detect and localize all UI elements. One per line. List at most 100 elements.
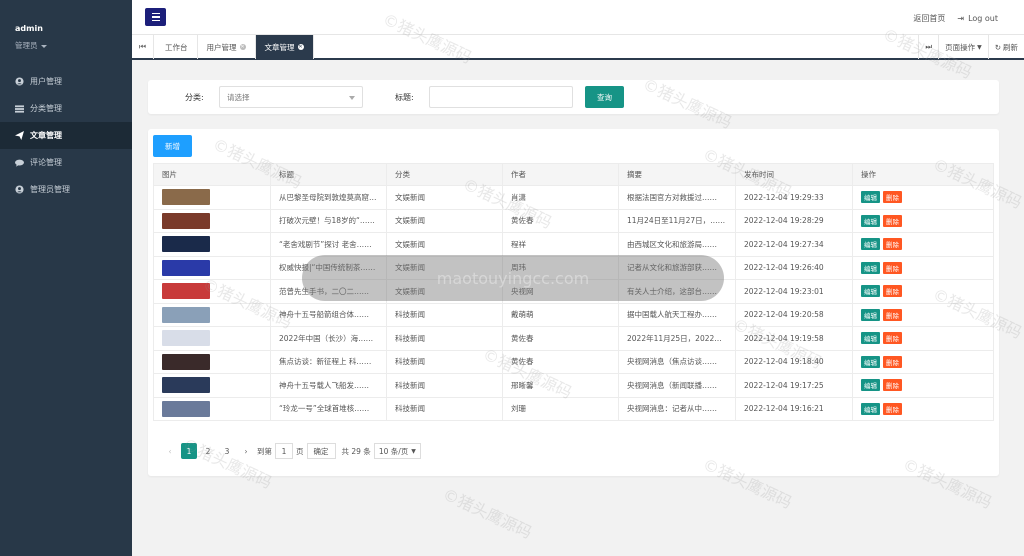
role-label: 管理员 [15,41,38,50]
cell-time: 2022-12-04 19:16:21 [735,396,853,421]
delete-button[interactable]: 删除 [883,308,902,321]
sidebar-item-comments[interactable]: 评论管理 [0,149,132,176]
caret-down-icon: ▼ [977,43,982,51]
prev-page-button[interactable]: ‹ [162,443,178,459]
sidebar-item-label: 管理员管理 [30,185,70,194]
cell-summary: 央视网消息（新闻联播…… [618,373,736,398]
edit-button[interactable]: 编辑 [861,285,880,298]
watermark-overlay: maotouyingcc.com [302,255,724,301]
page-ops-dropdown[interactable]: 页面操作 ▼ [938,35,988,59]
cell-title: “玲龙一号”全球首堆核…… [270,396,387,421]
role-dropdown[interactable]: 管理员 [15,40,47,51]
page-2[interactable]: 2 [200,443,216,459]
edit-button[interactable]: 编辑 [861,332,880,345]
cell-author: 黄佐春 [502,326,619,351]
sidebar-item-admins[interactable]: 管理员管理 [0,176,132,203]
cell-summary: 央视网消息（焦点访谈…… [618,349,736,374]
username[interactable]: admin [15,24,43,33]
sidebar-menu: 用户管理 分类管理 文章管理 评论管理 管理员管理 [0,68,132,203]
tab-scroll-left-button[interactable]: ⏮ [132,35,154,59]
top-right-links: 返回首页 ⇥ Log out [913,13,998,24]
edit-button[interactable]: 编辑 [861,379,880,392]
col-author[interactable]: 作者 [502,163,619,186]
edit-button[interactable]: 编辑 [861,355,880,368]
tab-dashboard[interactable]: 工作台 [156,35,198,59]
goto-confirm-button[interactable]: 确定 [306,443,336,459]
cell-author: 邢晰馨 [502,373,619,398]
hamburger-line [151,16,160,18]
delete-button[interactable]: 删除 [883,402,902,415]
sidebar-item-categories[interactable]: 分类管理 [0,95,132,122]
col-title[interactable]: 标题 [270,163,387,186]
edit-button[interactable]: 编辑 [861,261,880,274]
table-row: 打破次元壁！与18岁的“…… 文娱新闻 黄佐春 11月24日至11月27日，…… 202… [153,208,994,233]
tab-article-management[interactable]: 文章管理 ✕ [255,35,314,59]
cell-title: 2022年中国（长沙）海…… [270,326,387,351]
logout-label: Log out [968,14,998,23]
add-button[interactable]: 新增 [153,135,192,157]
edit-button[interactable]: 编辑 [861,191,880,204]
edit-button[interactable]: 编辑 [861,308,880,321]
sidebar-item-label: 分类管理 [30,104,62,113]
delete-button[interactable]: 删除 [883,261,902,274]
cell-category: 科技新闻 [386,373,503,398]
col-time[interactable]: 发布时间 [735,163,853,186]
sidebar-item-articles[interactable]: 文章管理 [0,122,132,149]
edit-button[interactable]: 编辑 [861,402,880,415]
logout-link[interactable]: ⇥ Log out [957,13,998,24]
delete-button[interactable]: 删除 [883,214,902,227]
edit-button[interactable]: 编辑 [861,238,880,251]
cell-category: 科技新闻 [386,349,503,374]
cell-author: 黄佐春 [502,349,619,374]
close-icon[interactable]: ✕ [297,44,304,50]
article-thumbnail [162,189,210,206]
table-header: 图片 标题 分类 作者 摘要 发布时间 操作 [153,163,994,186]
delete-button[interactable]: 删除 [883,285,902,298]
sidebar-item-users[interactable]: 用户管理 [0,68,132,95]
home-link[interactable]: 返回首页 [913,13,945,24]
col-category[interactable]: 分类 [386,163,503,186]
cell-actions: 编辑 删除 [852,373,994,398]
total-count: 共 29 条 [341,446,371,456]
delete-button[interactable]: 删除 [883,191,902,204]
next-page-button[interactable]: › [238,443,254,459]
search-button[interactable]: 查询 [585,86,624,108]
watermark-text: ©猪头鹰源码 [439,484,535,543]
edit-button[interactable]: 编辑 [861,214,880,227]
per-page-select[interactable]: 10 条/页 ▼ [373,443,421,459]
page-1[interactable]: 1 [181,443,197,459]
tabs: 工作台 用户管理 ✕ 文章管理 ✕ [156,35,314,59]
cell-summary: 11月24日至11月27日，…… [618,208,736,233]
col-actions: 操作 [852,163,994,186]
comment-icon [15,158,24,167]
delete-button[interactable]: 删除 [883,355,902,368]
cell-author: 黄佐春 [502,208,619,233]
cell-category: 科技新闻 [386,396,503,421]
menu-toggle-button[interactable] [145,8,166,26]
cell-time: 2022-12-04 19:27:34 [735,232,853,257]
close-icon[interactable]: ✕ [239,44,246,50]
goto-page-input[interactable]: 1 [275,443,293,459]
article-thumbnail [162,330,210,347]
delete-button[interactable]: 删除 [883,332,902,345]
cell-image [153,326,271,351]
category-label: 分类: [185,93,204,102]
cell-time: 2022-12-04 19:17:25 [735,373,853,398]
refresh-button[interactable]: ↻ 刷新 [987,35,1024,59]
delete-button[interactable]: 删除 [883,379,902,392]
article-thumbnail [162,377,210,394]
logout-icon: ⇥ [957,14,965,23]
col-image[interactable]: 图片 [153,163,271,186]
watermark-overlay-text: maotouyingcc.com [436,268,590,288]
delete-button[interactable]: 删除 [883,238,902,251]
tab-scroll-right-button[interactable]: ⏭ [918,35,938,59]
title-input[interactable] [429,86,573,108]
hamburger-icon [151,12,160,15]
refresh-icon: ↻ [994,42,1001,52]
double-right-icon: ⏭ [925,42,933,51]
page-3[interactable]: 3 [219,443,235,459]
category-select[interactable]: 请选择 [219,86,363,108]
col-summary[interactable]: 摘要 [618,163,736,186]
cell-category: 文娱新闻 [386,208,503,233]
tab-user-management[interactable]: 用户管理 ✕ [198,35,256,59]
